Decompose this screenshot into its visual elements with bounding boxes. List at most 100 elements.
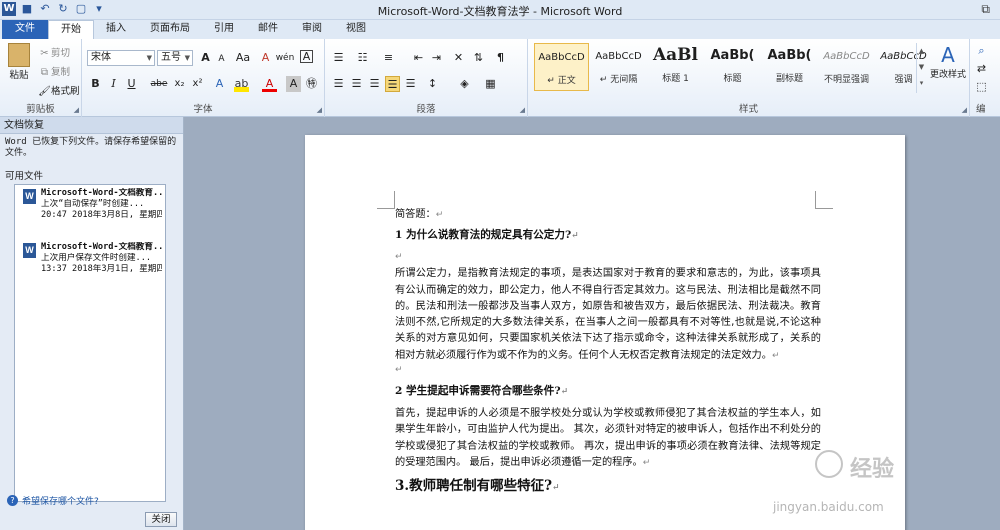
style-no-spacing[interactable]: AaBbCcD ↵ 无间隔 xyxy=(591,43,646,91)
editing-group-label: 编 xyxy=(976,104,986,115)
editing-group: ⌕ ⇄ ⬚ 编 xyxy=(970,39,1000,117)
select-icon[interactable]: ⬚ xyxy=(974,79,989,95)
chevron-down-icon: ▼ xyxy=(184,54,190,62)
numbering-icon[interactable]: ☷ xyxy=(355,50,370,66)
decrease-indent-icon[interactable]: ⇤ xyxy=(411,50,426,66)
justify-icon[interactable]: ☰ xyxy=(385,76,400,92)
shrink-font-button[interactable]: A xyxy=(214,51,229,67)
font-size-select[interactable]: 五号 ▼ xyxy=(157,50,193,66)
available-files-label: 可用文件 xyxy=(5,171,44,182)
question-heading: 1 为什么说教育法的规定具有公定力?↵ xyxy=(395,229,579,242)
change-case-button[interactable]: Aa xyxy=(232,50,254,66)
tab-review[interactable]: 审阅 xyxy=(290,20,334,39)
paragraph-group: ☰ ☷ ≡ ⇤ ⇥ ✕ ⇅ ¶ ☰ ☰ ☰ ☰ ☰ ↕ ◈ ▦ 段落 ◢ xyxy=(325,39,528,117)
question-heading: 2 学生提起申诉需要符合哪些条件?↵ xyxy=(395,385,569,398)
title-bar: W ■ ↶ ↻ ▢ ▾ Microsoft-Word-文档教育法学 - Micr… xyxy=(0,0,1000,20)
change-styles-icon: A xyxy=(941,43,955,67)
brush-icon: 🖌 xyxy=(38,86,51,97)
underline-button[interactable]: U xyxy=(124,76,139,92)
recovered-file-item[interactable]: W Microsoft-Word-文档教育... 上次用户保存文件时创建... … xyxy=(15,239,165,293)
multilevel-list-icon[interactable]: ≡ xyxy=(381,50,396,66)
cut-button[interactable]: ✂ 剪切 xyxy=(38,45,70,60)
help-icon: ? xyxy=(7,495,18,506)
highlight-icon[interactable]: ab xyxy=(234,76,249,92)
strikethrough-button[interactable]: abe xyxy=(148,76,170,92)
italic-button[interactable]: I xyxy=(106,76,121,92)
character-shading-icon[interactable]: A xyxy=(286,76,301,92)
phonetic-guide-icon[interactable]: wén xyxy=(274,50,296,66)
style-subtitle[interactable]: AaBb( 副标题 xyxy=(762,43,817,91)
style-subtle-emphasis[interactable]: AaBbCcD 不明显强调 xyxy=(819,43,874,91)
clipboard-icon xyxy=(8,43,30,67)
crop-mark xyxy=(377,191,395,209)
bullets-icon[interactable]: ☰ xyxy=(331,50,346,66)
style-normal[interactable]: AaBbCcD ↵ 正文 xyxy=(534,43,589,91)
align-left-icon[interactable]: ☰ xyxy=(331,76,346,92)
text-effect-icon[interactable]: A xyxy=(212,76,227,92)
tab-insert[interactable]: 插入 xyxy=(94,20,138,39)
distributed-icon[interactable]: ☰ xyxy=(403,76,418,92)
align-right-icon[interactable]: ☰ xyxy=(367,76,382,92)
recovered-files-list[interactable]: W Microsoft-Word-文档教育... 上次“自动保存”时创建... … xyxy=(14,184,166,502)
empty-paragraph: ↵ xyxy=(395,365,403,376)
font-name-select[interactable]: 宋体 ▼ xyxy=(87,50,155,66)
window-title: Microsoft-Word-文档教育法学 - Microsoft Word xyxy=(377,5,623,18)
style-heading-1[interactable]: AaBl 标题 1 xyxy=(648,43,703,91)
close-button[interactable]: 关闭 xyxy=(145,512,177,527)
document-content[interactable]: 简答题：↵ 1 为什么说教育法的规定具有公定力?↵ ↵ 所谓公定力，是指教育法规… xyxy=(395,207,821,497)
dialog-launcher-icon[interactable]: ◢ xyxy=(962,106,967,114)
line-spacing-icon[interactable]: ↕ xyxy=(425,76,440,92)
change-styles-button[interactable]: A 更改样式 xyxy=(928,43,968,80)
styles-group-label: 样式 xyxy=(738,104,758,115)
chinese-layout-icon[interactable]: ✕ xyxy=(451,50,466,66)
answer-paragraph: 所谓公定力，是指教育法规定的事项，是表达国家对于教育的要求和意志的，为此，该事项… xyxy=(395,268,821,361)
grow-font-button[interactable]: A xyxy=(198,50,213,66)
show-marks-icon[interactable]: ¶ xyxy=(493,50,508,66)
bold-button[interactable]: B xyxy=(88,76,103,92)
watermark-url: jingyan.baidu.com xyxy=(773,500,884,514)
enclose-character-icon[interactable]: ㊕ xyxy=(304,76,319,92)
tab-mailings[interactable]: 邮件 xyxy=(246,20,290,39)
replace-icon[interactable]: ⇄ xyxy=(974,61,989,77)
panel-description: Word 已恢复下列文件。请保存希望保留的文件。 xyxy=(5,137,177,158)
ribbon: 粘贴 ✂ 剪切 ⧉ 复制 🖌格式刷 剪贴板 ◢ 宋体 ▼ 五号 ▼ A A Aa A w… xyxy=(0,39,1000,117)
word-file-icon: W xyxy=(23,189,36,204)
chevron-down-icon: ▼ xyxy=(146,54,152,62)
tab-page-layout[interactable]: 页面布局 xyxy=(138,20,202,39)
empty-paragraph: ↵ xyxy=(395,252,403,263)
scissors-icon: ✂ xyxy=(40,48,49,59)
font-color-button[interactable]: A xyxy=(262,76,277,92)
document-page[interactable]: 简答题：↵ 1 为什么说教育法的规定具有公定力?↵ ↵ 所谓公定力，是指教育法规… xyxy=(305,135,905,530)
align-center-icon[interactable]: ☰ xyxy=(349,76,364,92)
style-title[interactable]: AaBb( 标题 xyxy=(705,43,760,91)
tab-view[interactable]: 视图 xyxy=(334,20,378,39)
find-icon[interactable]: ⌕ xyxy=(974,43,989,59)
ribbon-tabs: 文件 开始 插入 页面布局 引用 邮件 审阅 视图 xyxy=(0,20,1000,39)
styles-group: AaBbCcD ↵ 正文 AaBbCcD ↵ 无间隔 AaBl 标题 1 AaB… xyxy=(528,39,970,117)
dialog-launcher-icon[interactable]: ◢ xyxy=(520,106,525,114)
tab-references[interactable]: 引用 xyxy=(202,20,246,39)
dialog-launcher-icon[interactable]: ◢ xyxy=(74,106,79,114)
styles-scroll[interactable]: ▲ ▼ ▾ xyxy=(916,43,926,93)
help-link[interactable]: ? 希望保存哪个文件? xyxy=(7,494,99,507)
sort-icon[interactable]: ⇅ xyxy=(471,50,486,66)
superscript-button[interactable]: x² xyxy=(190,76,205,92)
font-group-label: 字体 xyxy=(193,104,213,115)
subscript-button[interactable]: x₂ xyxy=(172,76,187,92)
character-border-button[interactable]: A xyxy=(300,50,313,63)
format-painter-button[interactable]: 🖌格式刷 xyxy=(38,83,79,98)
tab-home[interactable]: 开始 xyxy=(48,20,94,39)
copy-button[interactable]: ⧉ 复制 xyxy=(38,64,70,79)
clear-formatting-icon[interactable]: A xyxy=(258,50,273,66)
dialog-launcher-icon[interactable]: ◢ xyxy=(317,106,322,114)
paste-button[interactable]: 粘贴 xyxy=(6,43,32,81)
tab-file[interactable]: 文件 xyxy=(2,20,48,39)
shading-icon[interactable]: ◈ xyxy=(457,76,472,92)
increase-indent-icon[interactable]: ⇥ xyxy=(429,50,444,66)
question-heading: 3.教师聘任制有哪些特征?↵ xyxy=(395,478,560,495)
borders-icon[interactable]: ▦ xyxy=(483,76,498,92)
restore-window-icon[interactable]: ⧉ xyxy=(981,2,990,17)
recovered-file-item[interactable]: W Microsoft-Word-文档教育... 上次“自动保存”时创建... … xyxy=(15,185,165,239)
panel-title: 文档恢复 xyxy=(0,117,183,134)
clipboard-group-label: 剪贴板 xyxy=(26,104,55,115)
